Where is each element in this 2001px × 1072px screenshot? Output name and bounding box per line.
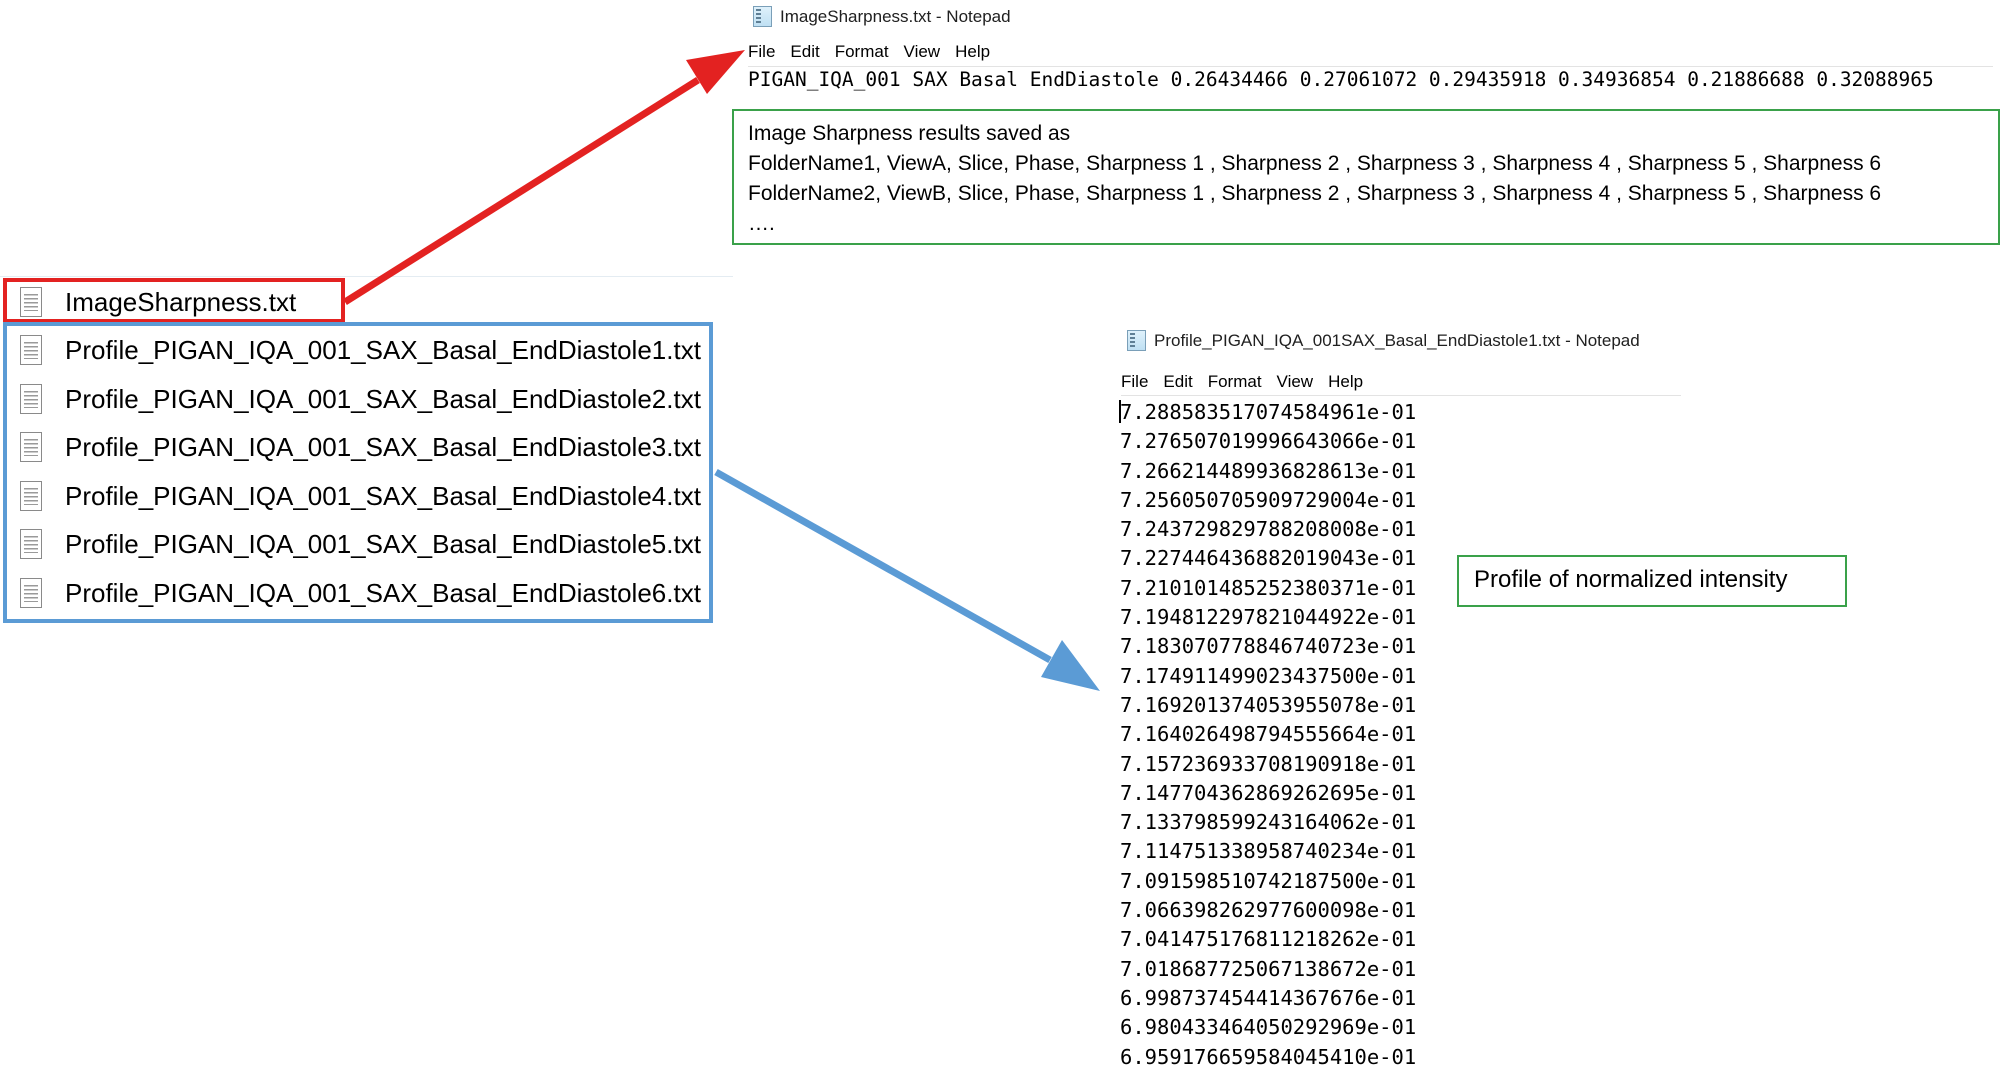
- profile-value-line: 7.169201374053955078e-01: [1120, 692, 1417, 717]
- menu-divider: [1121, 395, 1681, 396]
- profile-value-line: 7.091598510742187500e-01: [1120, 868, 1417, 893]
- profile-value-line: 7.288583517074584961e-01: [1120, 400, 1417, 424]
- profile-value-line: 7.210101485252380371e-01: [1120, 575, 1417, 600]
- annotation-arrows: [343, 50, 1100, 691]
- profile-value-line: 7.174911499023437500e-01: [1120, 663, 1417, 688]
- profile-value-line: 7.256050705909729004e-01: [1120, 487, 1417, 512]
- profile-value-line: 6.998737454414367676e-01: [1120, 985, 1417, 1010]
- menu-view[interactable]: View: [1277, 372, 1314, 392]
- profile-value-line: 7.114751338958740234e-01: [1120, 839, 1417, 864]
- profile-note-text: Profile of normalized intensity: [1474, 566, 1788, 593]
- notepad-icon: [1127, 330, 1146, 351]
- profile-value-line: 7.266214489936828613e-01: [1120, 458, 1417, 483]
- red-arrow-head: [686, 50, 745, 94]
- profile-value-line: 7.243729829788208008e-01: [1120, 517, 1417, 542]
- profile-value-line: 7.276507019996643066e-01: [1120, 429, 1417, 454]
- profile-value-line: 7.133798599243164062e-01: [1120, 810, 1417, 835]
- profile-values[interactable]: 7.288583517074584961e-01 7.2765070199966…: [1120, 398, 1416, 1072]
- profile-value-line: 6.959176659584045410e-01: [1120, 1044, 1417, 1069]
- menu-help[interactable]: Help: [1328, 372, 1363, 392]
- profile-value-line: 7.066398262977600098e-01: [1120, 898, 1417, 923]
- profile-note: Profile of normalized intensity: [1457, 555, 1847, 607]
- text-caret: [1119, 400, 1121, 423]
- profile-value-line: 7.157236933708190918e-01: [1120, 751, 1417, 776]
- menu-file[interactable]: File: [1121, 372, 1148, 392]
- profile-value-line: 7.183070778846740723e-01: [1120, 634, 1417, 659]
- menu-format[interactable]: Format: [1208, 372, 1262, 392]
- profile-value-line: 7.194812297821044922e-01: [1120, 605, 1417, 630]
- profile-window-titlebar: Profile_PIGAN_IQA_001SAX_Basal_EndDiasto…: [1127, 330, 1640, 351]
- profile-value-line: 7.147704362869262695e-01: [1120, 780, 1417, 805]
- menu-edit[interactable]: Edit: [1163, 372, 1192, 392]
- profile-value-line: 7.018687725067138672e-01: [1120, 956, 1417, 981]
- profile-value-line: 7.164026498794555664e-01: [1120, 722, 1417, 747]
- blue-arrow-head: [1041, 640, 1100, 691]
- profile-value-line: 6.980433464050292969e-01: [1120, 1015, 1417, 1040]
- profile-value-line: 7.227446436882019043e-01: [1120, 546, 1417, 571]
- red-arrow-shaft: [343, 77, 700, 305]
- blue-arrow-shaft: [714, 468, 1052, 664]
- profile-window-menubar: File Edit Format View Help: [1121, 372, 1378, 392]
- profile-window-title: Profile_PIGAN_IQA_001SAX_Basal_EndDiasto…: [1154, 330, 1640, 350]
- profile-value-line: 7.041475176811218262e-01: [1120, 927, 1417, 952]
